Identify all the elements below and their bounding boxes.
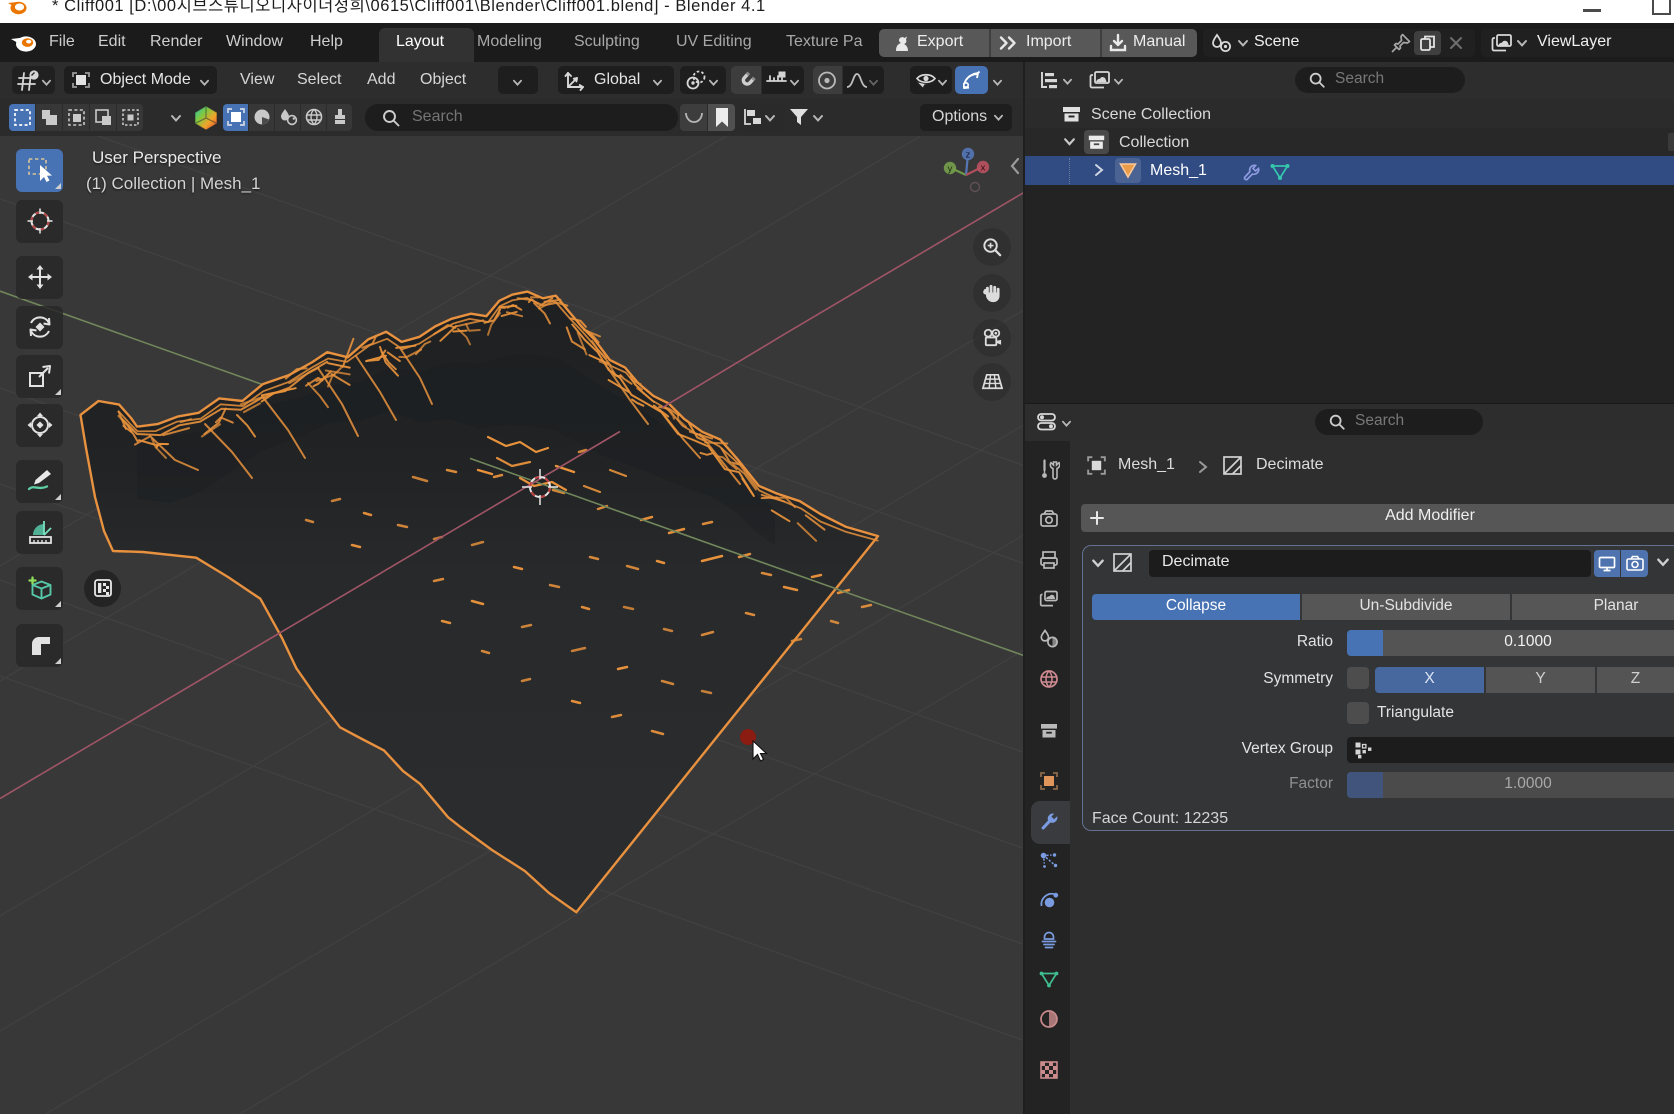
svg-text:z: z xyxy=(966,150,971,161)
svg-text:y: y xyxy=(948,164,953,175)
svg-text:x: x xyxy=(981,163,986,174)
